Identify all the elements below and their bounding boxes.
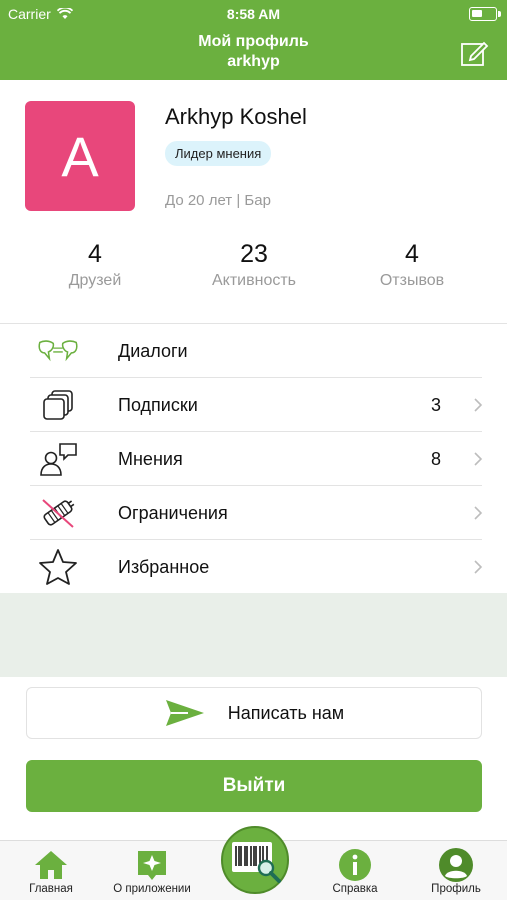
- subscriptions-icon: [43, 390, 73, 420]
- status-badge: Лидер мнения: [165, 141, 272, 166]
- info-icon: [339, 849, 371, 881]
- favorites-icon: [39, 549, 77, 585]
- logout-button[interactable]: Выйти: [26, 760, 482, 812]
- menu-item-label: Мнения: [118, 449, 183, 469]
- chevron-right-icon: [474, 560, 483, 574]
- menu-item-dialogs[interactable]: Диалоги: [0, 324, 507, 378]
- battery-icon: [469, 7, 501, 21]
- avatar: A: [25, 101, 135, 211]
- stat-friends[interactable]: 4 Друзей: [10, 238, 180, 290]
- profile-meta: До 20 лет | Бар: [165, 192, 271, 209]
- avatar-initial: A: [61, 124, 99, 188]
- stat-activity[interactable]: 23 Активность: [169, 238, 339, 290]
- stat-label: Друзей: [68, 272, 122, 289]
- chevron-right-icon: [474, 452, 483, 466]
- profile-icon: [439, 848, 473, 882]
- menu-item-label: Ограничения: [118, 503, 228, 523]
- profile-stats: 4 Друзей 23 Активность 4 Отзывов: [0, 238, 507, 308]
- barcode-scan-icon: [232, 842, 281, 883]
- menu-item-count: 8: [430, 449, 441, 469]
- page-title-username: arkhyp: [227, 53, 280, 70]
- menu-item-restrictions[interactable]: Ограничения: [0, 486, 507, 540]
- menu-item-subscriptions[interactable]: Подписки 3: [0, 378, 507, 432]
- tab-home[interactable]: Главная: [1, 847, 101, 895]
- chevron-right-icon: [474, 398, 483, 412]
- page-title: Мой профиль arkhyp: [0, 32, 507, 72]
- stat-value: 4: [405, 240, 419, 268]
- tab-label: О приложении: [113, 883, 191, 895]
- profile-name: Arkhyp Koshel: [165, 104, 307, 129]
- menu-item-label: Подписки: [118, 395, 198, 415]
- opinions-icon: [40, 443, 77, 476]
- spacer-area: [0, 593, 507, 677]
- stat-label: Активность: [211, 272, 296, 289]
- write-us-label: Написать нам: [227, 702, 345, 723]
- stat-label: Отзывов: [379, 272, 445, 289]
- menu-item-count: 3: [430, 395, 441, 415]
- status-bar: Carrier 8:58 AM: [0, 0, 507, 28]
- stat-reviews[interactable]: 4 Отзывов: [327, 238, 497, 290]
- tab-about[interactable]: О приложении: [102, 847, 202, 895]
- send-icon: [165, 700, 204, 726]
- edit-profile-icon[interactable]: [459, 38, 489, 68]
- tab-help[interactable]: Справка: [305, 847, 405, 895]
- chevron-right-icon: [474, 506, 483, 520]
- menu-item-label: Избранное: [118, 557, 210, 577]
- menu-item-label: Диалоги: [118, 341, 188, 361]
- profile-menu: Диалоги Подписки 3 Мнения 8 Ограничения …: [0, 323, 507, 594]
- menu-item-favorites[interactable]: Избранное: [0, 540, 507, 594]
- menu-item-opinions[interactable]: Мнения 8: [0, 432, 507, 486]
- tab-label: Главная: [29, 883, 73, 895]
- top-bar: Carrier 8:58 AM Мой профиль arkhyp: [0, 0, 507, 80]
- restrictions-icon: [42, 499, 75, 528]
- dialogs-icon: [38, 340, 78, 362]
- stat-value: 4: [88, 240, 102, 268]
- home-icon: [35, 851, 67, 879]
- about-icon: [138, 851, 166, 880]
- tab-profile[interactable]: Профиль: [406, 847, 506, 895]
- page-title-main: Мой профиль: [198, 33, 309, 50]
- barcode-scan-button[interactable]: [221, 826, 289, 894]
- status-time: 8:58 AM: [226, 6, 281, 22]
- stat-value: 23: [240, 240, 268, 268]
- write-us-button[interactable]: Написать нам: [26, 687, 482, 739]
- tab-label: Справка: [332, 883, 378, 895]
- tab-label: Профиль: [431, 883, 481, 895]
